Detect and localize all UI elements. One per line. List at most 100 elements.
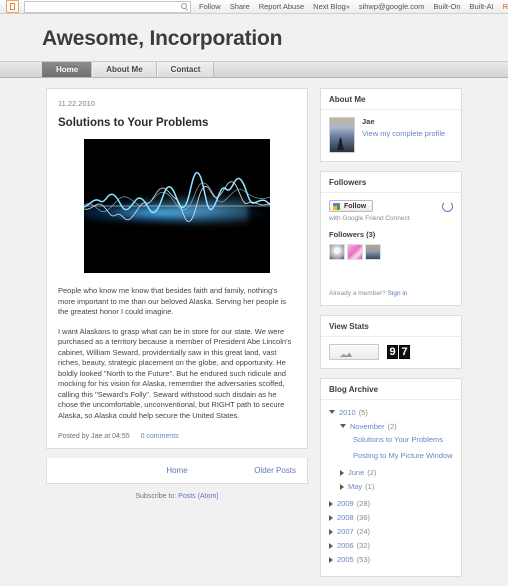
chevron-right-icon[interactable] [329, 556, 333, 563]
sign-in-link[interactable]: Sign in [388, 290, 408, 297]
archive-month-november-label[interactable]: November [350, 421, 385, 432]
post-comments-link[interactable]: 0 comments [141, 433, 179, 440]
navbar-link-follow[interactable]: Follow [199, 2, 221, 11]
navbar-search-input[interactable] [24, 0, 191, 13]
blog-archive-title: Blog Archive [321, 379, 461, 400]
tab-contact[interactable]: Contact [156, 62, 215, 77]
chevron-right-icon[interactable] [329, 500, 333, 507]
navbar-link-built-on[interactable]: Built-On [433, 2, 460, 11]
already-member-label: Already a member? [329, 290, 386, 297]
navbar-link-next-blog[interactable]: Next Blog» [313, 2, 350, 11]
archive-month-june-label[interactable]: June [348, 467, 364, 478]
about-me-body: Jae View my complete profile [321, 110, 461, 161]
chevron-right-icon[interactable] [340, 469, 344, 476]
search-icon [181, 3, 187, 9]
chevron-down-icon[interactable] [340, 423, 346, 428]
post-paragraph-2: I want Alaskans to grasp what can be in … [58, 326, 292, 420]
archive-year-2007[interactable]: 2007 (24) [329, 526, 453, 537]
sparkline-chart-icon[interactable] [329, 344, 379, 360]
archive-post-link-1[interactable]: Solutions to Your Problems [353, 435, 443, 445]
followers-body: Follow with Google Friend Connect Follow… [321, 193, 461, 305]
navbar-link-share[interactable]: Share [230, 2, 250, 11]
blogger-logo-icon[interactable] [6, 0, 19, 13]
chevron-right-icon[interactable] [329, 514, 333, 521]
view-complete-profile-link[interactable]: View my complete profile [362, 129, 445, 139]
archive-list: 2010 (5) November (2) Solutions to Your … [329, 407, 453, 565]
blog-post: 11.22.2010 Solutions to Your Problems Pe… [46, 88, 308, 449]
archive-year-2007-count: (24) [356, 527, 371, 536]
archive-year-2008[interactable]: 2008 (36) [329, 512, 453, 523]
post-image[interactable] [84, 139, 270, 273]
post-body: People who know me know that besides fai… [58, 286, 296, 421]
archive-post-item[interactable]: Posting to My Picture Window [353, 451, 453, 461]
archive-year-2010[interactable]: 2010 (5) [329, 407, 453, 418]
archive-month-june[interactable]: June (2) [340, 467, 453, 478]
archive-year-2009[interactable]: 2009 (28) [329, 498, 453, 509]
archive-year-2008-count: (36) [356, 513, 371, 522]
widget-view-stats: View Stats 9 7 [320, 315, 462, 369]
archive-year-2006[interactable]: 2006 (32) [329, 540, 453, 551]
refresh-icon[interactable] [442, 200, 453, 212]
blog-archive-body: 2010 (5) November (2) Solutions to Your … [321, 400, 461, 576]
blog-pager: Home Older Posts [46, 458, 308, 484]
about-me-name: Jae [362, 117, 375, 126]
navbar-link-report-abuse[interactable]: Report Abuse [259, 2, 304, 11]
archive-month-november[interactable]: November (2) [340, 421, 453, 432]
archive-post-item[interactable]: Solutions to Your Problems [353, 435, 453, 445]
chevron-right-icon[interactable] [329, 542, 333, 549]
tab-about-me[interactable]: About Me [92, 62, 157, 77]
archive-year-2009-label[interactable]: 2009 [337, 498, 354, 509]
blog-header: Awesome, Incorporation [0, 14, 508, 52]
tab-home[interactable]: Home [42, 62, 93, 77]
widget-followers: Followers Follow with Google Friend Conn… [320, 171, 462, 306]
archive-year-2005-label[interactable]: 2005 [337, 554, 354, 565]
pager-home-link[interactable]: Home [166, 466, 187, 475]
followers-count-label: Followers (3) [329, 230, 376, 239]
navbar-right-group: sihwp@google.com Built-On Built-AI Repor… [359, 2, 508, 11]
chevron-down-icon[interactable] [329, 409, 335, 414]
pager-older-posts-link[interactable]: Older Posts [254, 466, 296, 475]
archive-year-2009-count: (28) [356, 499, 371, 508]
follower-thumb-3[interactable] [365, 244, 381, 260]
follow-button[interactable]: Follow [329, 200, 374, 212]
navbar-link-report-issue[interactable]: Report Issue [503, 2, 508, 11]
archive-year-2006-count: (32) [356, 541, 371, 550]
post-title: Solutions to Your Problems [58, 117, 209, 129]
archive-post-link-2[interactable]: Posting to My Picture Window [353, 451, 453, 461]
widget-about-me: About Me Jae View my complete profile [320, 88, 462, 162]
about-me-title: About Me [321, 89, 461, 110]
follower-thumb-2[interactable] [347, 244, 363, 260]
google-friend-connect-icon [333, 202, 340, 210]
blogger-navbar: Follow Share Report Abuse Next Blog» sih… [0, 0, 508, 14]
archive-year-2006-label[interactable]: 2006 [337, 540, 354, 551]
followers-title: Followers [321, 172, 461, 193]
archive-year-2005-count: (53) [356, 555, 371, 564]
navbar-user-email: sihwp@google.com [358, 2, 425, 11]
chevron-right-icon[interactable] [329, 528, 333, 535]
view-stats-body: 9 7 [321, 337, 461, 368]
post-image-container [58, 139, 296, 275]
subscribe-posts-atom-link[interactable]: Posts (Atom) [178, 493, 218, 500]
sidebar: About Me Jae View my complete profile Fo… [320, 88, 462, 586]
archive-month-may-label[interactable]: May [348, 481, 362, 492]
follower-thumbnails [329, 244, 453, 260]
navbar-link-built-ai[interactable]: Built-AI [470, 2, 494, 11]
archive-year-2005[interactable]: 2005 (53) [329, 554, 453, 565]
visitor-counter: 9 7 [387, 345, 410, 359]
already-member-row: Already a member? Sign in [329, 290, 453, 297]
primary-tab-bar: Home About Me Contact [0, 61, 508, 78]
widget-blog-archive: Blog Archive 2010 (5) November (2) Solut [320, 378, 462, 577]
archive-month-may-count: (1) [365, 482, 375, 491]
archive-year-2008-label[interactable]: 2008 [337, 512, 354, 523]
avatar[interactable] [329, 117, 355, 153]
chevron-right-icon[interactable] [340, 483, 344, 490]
post-footer: Posted by Jae at 04:55 0 comments [58, 433, 296, 440]
archive-year-2007-label[interactable]: 2007 [337, 526, 354, 537]
post-date: 11.22.2010 [58, 99, 95, 108]
archive-month-may[interactable]: May (1) [340, 481, 453, 492]
archive-year-2010-label[interactable]: 2010 [339, 407, 356, 418]
follower-thumb-1[interactable] [329, 244, 345, 260]
archive-year-2010-count: (5) [358, 408, 368, 417]
post-paragraph-1: People who know me know that besides fai… [58, 286, 287, 316]
subscribe-label: Subscribe to: [135, 493, 177, 500]
